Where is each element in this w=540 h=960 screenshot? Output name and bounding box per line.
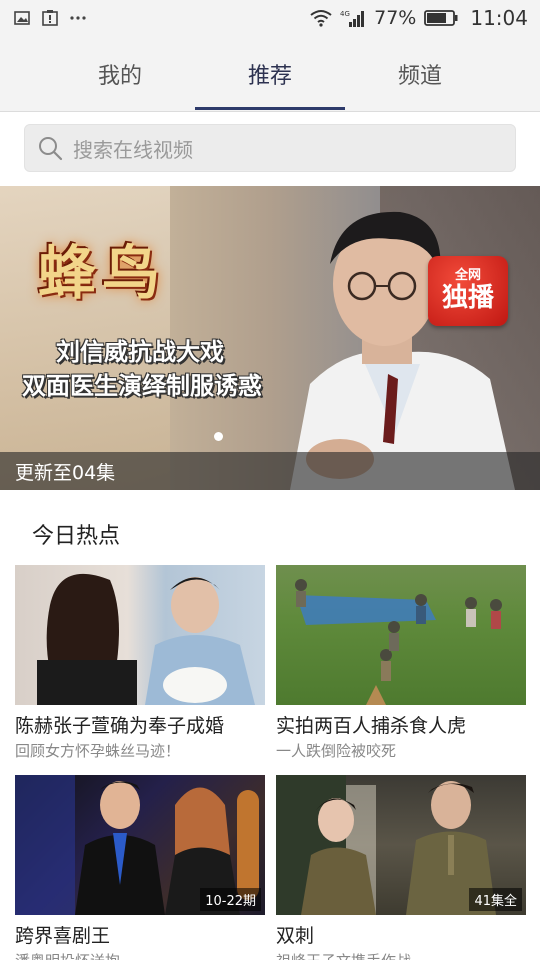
banner-headline-1: 刘信威抗战大戏	[56, 338, 224, 366]
thumbnail-image	[295, 579, 502, 705]
app-screen: 4G 77% 11:04 我的 推荐 频道 搜索在线视频 蜂鸟 刘信威抗战大戏 …	[0, 0, 540, 960]
thumbnail-image	[37, 573, 255, 705]
banner-actor-figure	[290, 211, 515, 490]
search-placeholder: 搜索在线视频	[73, 137, 193, 162]
banner-caption: 更新至04集	[0, 452, 540, 490]
tab-mine[interactable]: 我的	[45, 36, 195, 112]
exclusive-badge-main: 独播	[441, 283, 494, 313]
video-thumbnail: 10-22期	[15, 775, 265, 915]
tab-channels[interactable]: 频道	[345, 36, 495, 112]
episode-tag: 41集全	[469, 888, 522, 911]
network-type-label: 4G	[340, 10, 350, 18]
video-card[interactable]: 10-22期 跨界喜剧王 潘粤明投怀送抱	[15, 775, 265, 960]
video-thumbnail: 41集全	[276, 775, 526, 915]
top-tab-bar: 我的 推荐 频道	[0, 36, 540, 112]
video-subtitle: 祖峰王子文携手作战	[276, 950, 526, 960]
video-thumbnail	[276, 565, 526, 705]
video-card[interactable]: 实拍两百人捕杀食人虎 一人跌倒险被咬死	[276, 565, 526, 761]
signal-icon: 4G	[340, 9, 366, 27]
featured-banner[interactable]: 蜂鸟 刘信威抗战大戏 双面医生演绎制服诱惑 全网 独播 更新至04集	[0, 186, 540, 490]
alert-notification-icon	[42, 10, 58, 26]
video-card[interactable]: 陈赫张子萱确为奉子成婚 回顾女方怀孕蛛丝马迹！	[15, 565, 265, 761]
video-title: 跨界喜剧王	[15, 925, 111, 947]
episode-tag: 10-22期	[200, 888, 261, 911]
search-area: 搜索在线视频	[0, 112, 540, 186]
carousel-indicator-dot	[214, 432, 223, 441]
search-icon	[37, 135, 63, 161]
search-input[interactable]: 搜索在线视频	[24, 124, 516, 172]
battery-percent: 77%	[374, 7, 417, 29]
tab-recommended[interactable]: 推荐	[195, 36, 345, 112]
exclusive-badge-top: 全网	[454, 268, 481, 283]
banner-headline-2: 双面医生演绎制服诱惑	[22, 372, 262, 400]
section-title: 今日热点	[32, 524, 121, 549]
more-dots-icon	[70, 15, 86, 21]
video-title: 双刺	[276, 925, 315, 947]
exclusive-badge: 全网 独播	[428, 256, 508, 326]
video-subtitle: 潘粤明投怀送抱	[15, 950, 265, 960]
video-card[interactable]: 41集全 双刺 祖峰王子文携手作战	[276, 775, 526, 960]
video-thumbnail	[15, 565, 265, 705]
video-title: 实拍两百人捕杀食人虎	[276, 715, 467, 737]
video-subtitle: 一人跌倒险被咬死	[276, 742, 397, 760]
active-tab-indicator	[195, 107, 345, 110]
video-title: 陈赫张子萱确为奉子成婚	[15, 715, 225, 737]
battery-icon	[424, 10, 458, 26]
clock: 11:04	[470, 6, 528, 30]
banner-show-logo: 蜂鸟	[38, 239, 167, 307]
video-subtitle: 回顾女方怀孕蛛丝马迹！	[15, 742, 181, 760]
wifi-icon	[310, 9, 332, 27]
image-notification-icon	[14, 11, 30, 25]
status-bar: 4G 77% 11:04	[0, 0, 540, 36]
